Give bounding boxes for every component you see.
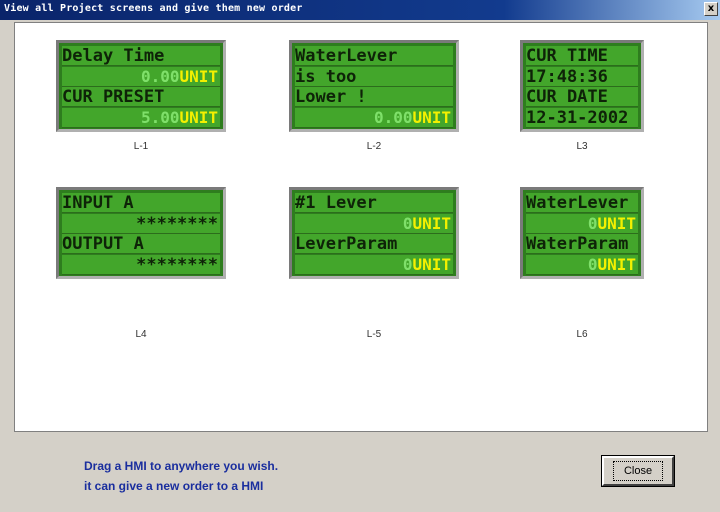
hmi-unit: UNIT xyxy=(597,254,636,274)
title-bar: View all Project screens and give them n… xyxy=(0,0,720,20)
screen-label: L-2 xyxy=(366,141,382,152)
hmi-row: WaterLever xyxy=(526,193,638,213)
hmi-row: 0UNIT xyxy=(295,254,453,275)
hmi-row: ******** xyxy=(62,254,220,275)
hint-line-2: it can give a new order to a HMI xyxy=(84,479,264,493)
hmi-value: 0.00 xyxy=(373,107,413,127)
hint-line-1: Drag a HMI to anywhere you wish. xyxy=(84,459,279,473)
hmi-row: CUR PRESET xyxy=(62,87,220,107)
screen-label: L-5 xyxy=(366,329,382,340)
hmi-text: CUR TIME xyxy=(526,46,608,66)
hmi-row: Delay Time xyxy=(62,46,220,66)
hmi-row: 0UNIT xyxy=(526,254,638,275)
hmi-row: LeverParam xyxy=(295,234,453,254)
hmi-row: 0UNIT xyxy=(295,213,453,234)
screen-label: L3 xyxy=(576,141,588,152)
hmi-row: INPUT A xyxy=(62,193,220,213)
hmi-text: OUTPUT A xyxy=(62,234,144,254)
hmi-row: is too xyxy=(295,66,453,87)
hmi-row: 12-31-2002 xyxy=(526,107,638,128)
hmi-screen-thumbnail[interactable]: Delay Time 0.00UNIT CUR PRESET 5.00UNIT xyxy=(56,40,226,132)
hmi-unit: UNIT xyxy=(412,213,451,233)
hmi-row: 0UNIT xyxy=(526,213,638,234)
hmi-text: INPUT A xyxy=(62,193,134,213)
hmi-text: 12-31-2002 xyxy=(526,107,629,128)
hmi-text: WaterLever xyxy=(295,46,398,66)
hmi-screen-thumbnail[interactable]: WaterLever is too Lower ! 0.00UNIT xyxy=(289,40,459,132)
hmi-unit: UNIT xyxy=(597,213,636,233)
hmi-row: WaterParam xyxy=(526,234,638,254)
hmi-text: LeverParam xyxy=(295,234,398,254)
hmi-row: CUR DATE xyxy=(526,87,638,107)
hmi-row: Lower ! xyxy=(295,87,453,107)
window-title: View all Project screens and give them n… xyxy=(4,3,303,14)
hmi-text: #1 Lever xyxy=(295,193,377,213)
hmi-row: ******** xyxy=(62,213,220,234)
hmi-text: is too xyxy=(295,66,357,87)
hmi-row: #1 Lever xyxy=(295,193,453,213)
hmi-screen-thumbnail[interactable]: CUR TIME 17:48:36 CUR DATE 12-31-2002 xyxy=(520,40,644,132)
hmi-text: WaterLever xyxy=(526,193,629,213)
hmi-row: 0.00UNIT xyxy=(295,107,453,128)
hmi-text: CUR PRESET xyxy=(62,87,165,107)
hmi-row: CUR TIME xyxy=(526,46,638,66)
hmi-row: WaterLever xyxy=(295,46,453,66)
hmi-unit: UNIT xyxy=(412,254,451,274)
hmi-row: 5.00UNIT xyxy=(62,107,220,128)
screen-label: L4 xyxy=(135,329,147,340)
screen-label: L-1 xyxy=(133,141,149,152)
screens-panel: Delay Time 0.00UNIT CUR PRESET 5.00UNIT L-1… xyxy=(14,22,708,432)
hmi-row: OUTPUT A xyxy=(62,234,220,254)
hmi-text: ******** xyxy=(136,254,218,275)
hmi-unit: UNIT xyxy=(412,107,451,127)
screen-label: L6 xyxy=(576,329,588,340)
hmi-row: 0.00UNIT xyxy=(62,66,220,87)
hmi-screen-thumbnail[interactable]: INPUT A ******** OUTPUT A ******** xyxy=(56,187,226,279)
hmi-text: 17:48:36 xyxy=(526,66,608,87)
hmi-text: CUR DATE xyxy=(526,87,608,107)
hmi-unit: UNIT xyxy=(179,107,218,127)
hmi-text: Delay Time xyxy=(62,46,165,66)
hmi-text: WaterParam xyxy=(526,234,629,254)
close-button-label: Close xyxy=(612,461,664,481)
hmi-text: ******** xyxy=(136,213,218,234)
hmi-screen-thumbnail[interactable]: #1 Lever 0UNIT LeverParam 0UNIT xyxy=(289,187,459,279)
hmi-screen-thumbnail[interactable]: WaterLever 0UNIT WaterParam 0UNIT xyxy=(520,187,644,279)
close-icon[interactable]: x xyxy=(704,2,718,16)
hmi-value: 0.00 xyxy=(140,66,180,86)
close-button[interactable]: Close xyxy=(601,455,675,487)
hmi-value: 5.00 xyxy=(140,107,180,127)
hmi-unit: UNIT xyxy=(179,66,218,86)
hmi-text: Lower ! xyxy=(295,87,367,107)
hmi-row: 17:48:36 xyxy=(526,66,638,87)
